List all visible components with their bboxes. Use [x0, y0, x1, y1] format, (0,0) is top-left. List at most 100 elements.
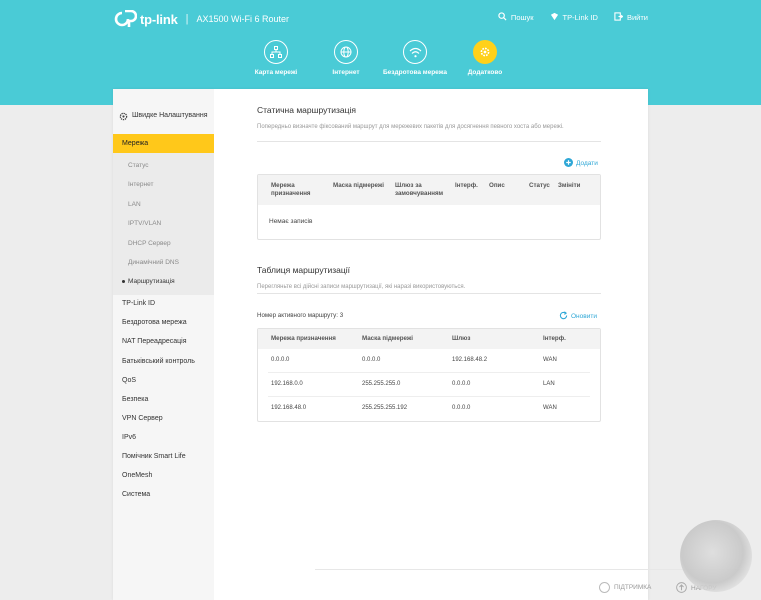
static-routing-description: Попередньо визначте фіксований маршрут д…: [257, 124, 564, 130]
search-link[interactable]: Пошук: [498, 12, 534, 23]
nav-wireless-label: Бездротова мережа: [382, 69, 448, 76]
nav-internet-label: Інтернет: [332, 69, 360, 76]
support-link[interactable]: ПІДТРИМКА: [599, 582, 651, 593]
sidebar-item-onemesh[interactable]: OneMesh: [113, 466, 214, 485]
gear-icon: [473, 40, 497, 64]
routing-table-title: Таблиця маршрутизації: [257, 265, 350, 275]
routing-table-header: Мережа призначення Маска підмережі Шлюз …: [258, 329, 600, 349]
globe-icon: [334, 40, 358, 64]
cell-interface: WAN: [543, 405, 557, 411]
sidebar-sub-ddns[interactable]: Динамічний DNS: [128, 259, 179, 266]
router-model: AX1500 Wi-Fi 6 Router: [196, 14, 289, 24]
sidebar-item-nat[interactable]: NAT Переадресація: [113, 332, 214, 351]
col-interface: Інтерф.: [455, 182, 478, 189]
refresh-button[interactable]: Оновити: [559, 311, 597, 322]
col-status: Статус: [529, 182, 550, 189]
col-destination: Мережа призначення: [271, 335, 336, 342]
cell-destination: 192.168.48.0: [271, 405, 307, 411]
sidebar-item-security[interactable]: Безпека: [113, 390, 214, 409]
tplink-id-icon: [550, 12, 559, 23]
sidebar: Швидке Налаштування Мережа Статус Інтерн…: [113, 89, 214, 600]
quick-setup-label: Швидке Налаштування: [132, 112, 208, 119]
tplink-id-link[interactable]: TP-Link ID: [550, 12, 598, 23]
support-icon: [599, 582, 610, 593]
cell-destination: 192.168.0.0: [271, 381, 303, 387]
sidebar-item-system[interactable]: Система: [113, 485, 214, 504]
sidebar-item-tplink-id[interactable]: TP-Link ID: [113, 294, 214, 313]
logout-icon: [614, 12, 624, 23]
cell-subnet: 255.255.255.192: [362, 405, 408, 411]
cell-interface: WAN: [543, 357, 557, 363]
col-gateway: Шлюз за замовчуванням: [395, 182, 444, 197]
col-gateway: Шлюз: [452, 335, 471, 342]
table-row: 0.0.0.0 0.0.0.0 192.168.48.2 WAN: [268, 349, 590, 373]
col-destination: Мережа призначення: [271, 182, 311, 197]
cell-gateway: 0.0.0.0: [452, 405, 471, 411]
cell-interface: LAN: [543, 381, 555, 387]
cell-subnet: 255.255.255.0: [362, 381, 401, 387]
tplink-id-label: TP-Link ID: [562, 13, 598, 22]
plus-icon: [564, 158, 573, 169]
active-bullet: [122, 280, 125, 283]
network-map-icon: [264, 40, 288, 64]
watermark-logo: [680, 520, 752, 592]
table-row: 192.168.48.0 255.255.255.192 0.0.0.0 WAN: [268, 397, 590, 421]
search-label: Пошук: [510, 13, 534, 22]
sidebar-item-wireless[interactable]: Бездротова мережа: [113, 313, 214, 332]
sidebar-item-qos[interactable]: QoS: [113, 371, 214, 390]
refresh-label: Оновити: [571, 313, 597, 320]
nav-internet[interactable]: Інтернет: [311, 40, 381, 77]
col-description: Опис: [489, 182, 505, 189]
nav-network-map[interactable]: Карта мережі: [241, 40, 311, 77]
col-interface: Інтерф.: [543, 335, 566, 342]
sidebar-item-ipv6[interactable]: IPv6: [113, 428, 214, 447]
static-routing-title: Статична маршрутизація: [257, 105, 356, 115]
nav-wireless[interactable]: Бездротова мережа: [380, 40, 450, 77]
nav-network-map-label: Карта мережі: [254, 69, 298, 76]
sidebar-sub-dhcp[interactable]: DHCP Сервер: [128, 240, 171, 247]
logout-label: Вийти: [626, 13, 648, 22]
static-table-header: Мережа призначення Маска підмережі Шлюз …: [258, 175, 600, 205]
logout-link[interactable]: Вийти: [614, 12, 648, 23]
tplink-logo[interactable]: tp-link | AX1500 Wi-Fi 6 Router: [113, 9, 289, 28]
routing-table-description: Перегляньте всі дійсні записи маршрутиза…: [257, 284, 466, 290]
wifi-icon: [403, 40, 427, 64]
top-links: Пошук TP-Link ID Вийти: [498, 12, 648, 23]
nav-advanced-label: Додатково: [467, 69, 503, 76]
sidebar-item-parental[interactable]: Батьківський контроль: [113, 352, 214, 371]
quick-setup-icon: [119, 112, 128, 124]
sidebar-sub-iptv[interactable]: IPTV/VLAN: [128, 220, 161, 227]
tplink-logo-icon: [113, 9, 138, 28]
cell-subnet: 0.0.0.0: [362, 357, 381, 363]
cell-gateway: 192.168.48.2: [452, 357, 488, 363]
nav-advanced[interactable]: Додатково: [450, 40, 520, 77]
logo-text: tp-link: [140, 11, 178, 27]
col-modify: Змініти: [558, 182, 581, 189]
col-subnet: Маска підмережі: [362, 335, 414, 342]
col-subnet: Маска підмережі: [333, 182, 385, 189]
routing-table-divider: [257, 293, 601, 294]
sidebar-sub-status[interactable]: Статус: [128, 162, 149, 169]
sidebar-item-smart-life[interactable]: Помічник Smart Life: [113, 447, 214, 466]
table-row: 192.168.0.0 255.255.255.0 0.0.0.0 LAN: [268, 373, 590, 397]
refresh-icon: [559, 311, 568, 322]
arrow-up-icon: [676, 582, 687, 595]
sidebar-item-network[interactable]: Мережа: [113, 134, 214, 153]
sidebar-sub-routing-label: Маршрутизація: [128, 278, 175, 285]
sidebar-sub-routing[interactable]: Маршрутизація: [122, 278, 175, 285]
cell-gateway: 0.0.0.0: [452, 381, 471, 387]
search-icon: [498, 12, 507, 23]
static-routing-divider: [257, 141, 601, 142]
sidebar-quick-setup[interactable]: Швидке Налаштування: [119, 112, 208, 124]
sidebar-sub-lan[interactable]: LAN: [128, 201, 141, 208]
add-route-button[interactable]: Додати: [564, 158, 598, 169]
cell-destination: 0.0.0.0: [271, 357, 290, 363]
content-panel: Швидке Налаштування Мережа Статус Інтерн…: [113, 89, 749, 600]
sidebar-sub-internet[interactable]: Інтернет: [128, 181, 154, 188]
main-content: Статична маршрутизація Попередньо визнач…: [214, 89, 749, 600]
static-routes-table: Мережа призначення Маска підмережі Шлюз …: [257, 174, 601, 240]
active-routes-count: Номер активного маршруту: 3: [257, 312, 344, 319]
support-label: ПІДТРИМКА: [614, 584, 652, 591]
sidebar-item-vpn[interactable]: VPN Сервер: [113, 409, 214, 428]
sidebar-submenu: Статус Інтернет LAN IPTV/VLAN DHCP Серве…: [113, 153, 214, 295]
